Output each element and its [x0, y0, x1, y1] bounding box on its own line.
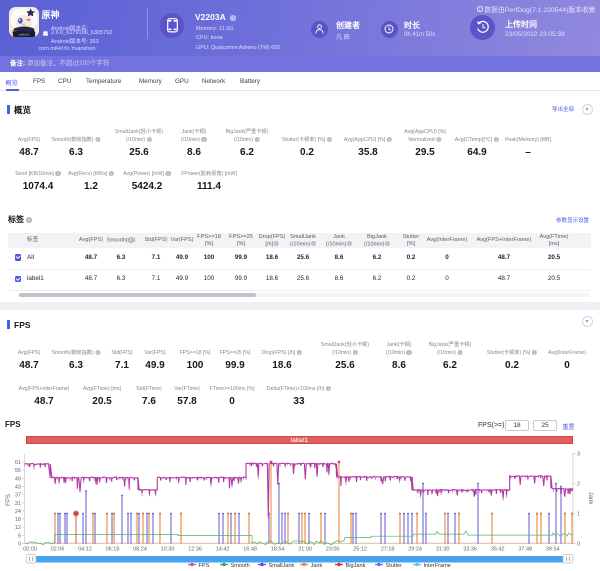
svg-text:27:18: 27:18	[381, 547, 395, 553]
svg-text:FPS: FPS	[199, 563, 210, 569]
svg-text:61: 61	[15, 460, 21, 466]
svg-text:16:48: 16:48	[243, 547, 257, 553]
svg-text:FPS: FPS	[6, 494, 12, 506]
svg-text:37: 37	[15, 493, 21, 499]
svg-text:Stutter: Stutter	[386, 563, 403, 569]
svg-text:25:12: 25:12	[353, 547, 367, 553]
svg-text:3: 3	[577, 452, 580, 458]
svg-text:0: 0	[18, 542, 21, 548]
svg-text:InterFrame: InterFrame	[424, 563, 451, 569]
svg-text:06:18: 06:18	[106, 547, 120, 553]
svg-text:1: 1	[577, 512, 580, 518]
svg-text:14:42: 14:42	[216, 547, 230, 553]
svg-text:12:36: 12:36	[188, 547, 202, 553]
svg-text:Smooth: Smooth	[231, 563, 250, 569]
svg-text:04:12: 04:12	[78, 547, 92, 553]
svg-text:33:36: 33:36	[463, 547, 477, 553]
svg-text:31:30: 31:30	[436, 547, 450, 553]
svg-text:08:24: 08:24	[133, 547, 147, 553]
svg-text:Jank: Jank	[587, 492, 593, 506]
svg-text:23:06: 23:06	[326, 547, 340, 553]
svg-text:55: 55	[15, 468, 21, 474]
svg-text:00:00: 00:00	[23, 547, 37, 553]
svg-text:6: 6	[18, 533, 21, 539]
svg-text:12: 12	[15, 525, 21, 531]
svg-text:29:24: 29:24	[408, 547, 422, 553]
svg-text:35:42: 35:42	[491, 547, 505, 553]
svg-text:SmallJank: SmallJank	[269, 563, 295, 569]
svg-text:31: 31	[15, 501, 21, 507]
svg-text:0: 0	[577, 542, 580, 548]
svg-text:Jank: Jank	[311, 563, 323, 569]
svg-text:2: 2	[577, 482, 580, 488]
svg-text:miHoYo: miHoYo	[18, 33, 29, 37]
svg-text:21:00: 21:00	[298, 547, 312, 553]
svg-text:BigJank: BigJank	[346, 563, 366, 569]
svg-text:18:54: 18:54	[271, 547, 285, 553]
svg-text:43: 43	[15, 484, 21, 490]
svg-text:02:06: 02:06	[51, 547, 65, 553]
svg-text:37:48: 37:48	[518, 547, 532, 553]
svg-text:10:30: 10:30	[161, 547, 175, 553]
svg-text:49: 49	[15, 476, 21, 482]
svg-text:18: 18	[15, 517, 21, 523]
svg-text:24: 24	[15, 509, 21, 515]
svg-text:39:54: 39:54	[546, 547, 560, 553]
